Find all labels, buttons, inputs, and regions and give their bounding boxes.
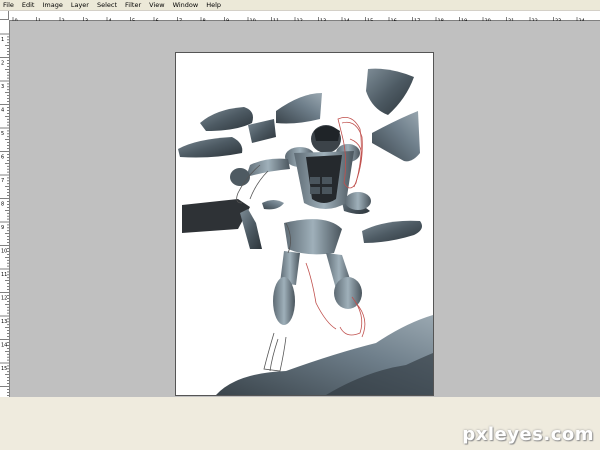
document-canvas[interactable] xyxy=(175,52,434,396)
ruler-label: 15 xyxy=(1,366,7,372)
rock-fragment xyxy=(182,199,250,233)
rock-fragment xyxy=(366,68,414,115)
menu-help[interactable]: Help xyxy=(206,0,221,11)
ruler-label: 8 xyxy=(1,202,4,208)
ruler-label: 1 xyxy=(1,37,4,43)
ruler-label: 9 xyxy=(1,225,4,231)
rock-fragment xyxy=(178,137,243,158)
menu-file[interactable]: File xyxy=(3,0,14,11)
vertical-ruler-ticks: 123456789101112131415 xyxy=(0,33,9,396)
horizontal-ruler[interactable]: 0123456789101112131415161718192021222324… xyxy=(9,11,600,26)
rock-fragment xyxy=(362,220,422,243)
ruler-label: 14 xyxy=(1,343,7,349)
menu-select[interactable]: Select xyxy=(97,0,117,11)
vertical-ruler[interactable]: 1 2 3 4 5 6 7 8 9 10 11 12 13 14 15 xyxy=(0,20,10,397)
ruler-label: 13 xyxy=(1,319,7,325)
watermark-logo: pxleyes.com xyxy=(462,424,594,445)
rock-fragment xyxy=(200,107,253,131)
ruler-label: 11 xyxy=(1,272,7,278)
rock-fragment xyxy=(372,111,420,162)
ruler-label: 5 xyxy=(1,131,4,137)
ruler-label: 6 xyxy=(1,155,4,161)
rock-fragment xyxy=(240,209,262,249)
menu-edit[interactable]: Edit xyxy=(22,0,35,11)
menu-bar: File Edit Image Layer Select Filter View… xyxy=(0,0,600,11)
menu-window[interactable]: Window xyxy=(173,0,199,11)
ruler-label: 12 xyxy=(1,296,7,302)
ruler-label: 3 xyxy=(1,84,4,90)
ruler-label: 2 xyxy=(1,61,4,67)
rock-fragment xyxy=(276,93,322,124)
ruler-label: 7 xyxy=(1,178,4,184)
rock-fragment xyxy=(262,200,284,210)
artwork xyxy=(178,68,433,395)
menu-view[interactable]: View xyxy=(149,0,164,11)
menu-image[interactable]: Image xyxy=(42,0,62,11)
ruler-origin[interactable] xyxy=(0,11,9,20)
menu-layer[interactable]: Layer xyxy=(71,0,89,11)
rock-fragment xyxy=(248,119,276,143)
ruler-label: 4 xyxy=(1,108,4,114)
ruler-label: 10 xyxy=(1,249,7,255)
menu-filter[interactable]: Filter xyxy=(125,0,141,11)
